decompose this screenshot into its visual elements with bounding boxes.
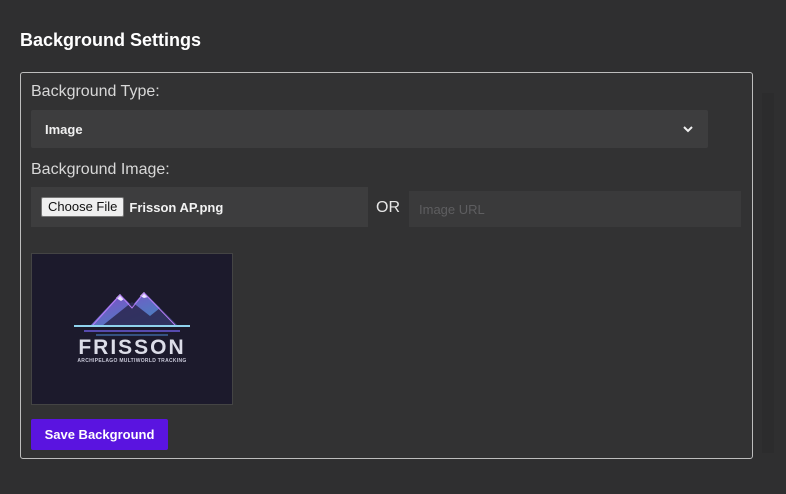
- background-type-select[interactable]: Image: [31, 110, 708, 148]
- section-title: Background Settings: [20, 30, 202, 50]
- or-separator: OR: [376, 199, 400, 216]
- settings-panel: Background Type: Image Background Image:…: [20, 72, 774, 459]
- preview-logo-title: FRISSON: [78, 336, 186, 359]
- image-url-input[interactable]: [409, 191, 741, 227]
- mountain-logo-icon: [74, 292, 190, 336]
- background-type-label: Background Type:: [31, 83, 160, 100]
- background-preview-image: FRISSON ARCHIPELAGO MULTIWORLD TRACKING: [31, 253, 233, 405]
- choose-file-button[interactable]: Choose File: [41, 197, 125, 217]
- save-background-button[interactable]: Save Background: [31, 419, 168, 450]
- background-type-selected-value: Image: [45, 121, 83, 137]
- selected-file-name: Frisson AP.png: [129, 199, 224, 215]
- background-settings-page: Background Settings Background Type: Ima…: [0, 0, 786, 494]
- preview-logo-subtitle: ARCHIPELAGO MULTIWORLD TRACKING: [77, 358, 187, 364]
- chevron-down-icon: [682, 123, 694, 135]
- background-image-label: Background Image:: [31, 161, 170, 178]
- file-input[interactable]: Choose File Frisson AP.png: [31, 187, 368, 227]
